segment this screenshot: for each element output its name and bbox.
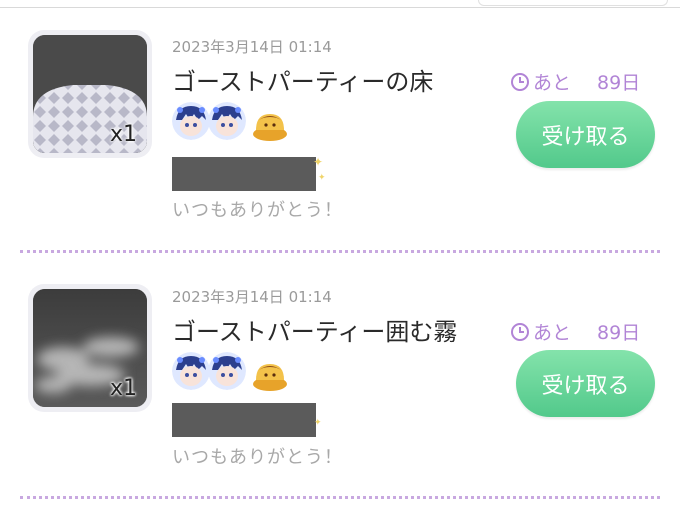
item-name: ゴーストパーティー囲む霧 — [172, 318, 458, 346]
item-divider — [20, 496, 660, 499]
sender-avatar[interactable] — [208, 102, 246, 140]
gift-item: x1 2023年3月14日 01:14 ゴーストパーティーの床 あと 89日 受け… — [0, 0, 680, 246]
expire-prefix: あと — [533, 322, 572, 344]
clock-icon — [510, 72, 530, 97]
gift-date: 2023年3月14日 01:14 — [172, 288, 332, 306]
item-quantity: x1 — [109, 376, 137, 401]
item-thumbnail[interactable]: x1 — [28, 30, 152, 158]
expire-days: 89日 — [597, 72, 641, 94]
sparkle-icon: ✦ — [318, 173, 326, 183]
item-thumbnail[interactable]: x1 — [28, 284, 152, 412]
expire-days: 89日 — [597, 322, 641, 344]
floor-item-image: x1 — [33, 35, 147, 153]
pudding-badge-icon — [251, 108, 289, 142]
gift-message: いつもありがとう！ — [172, 200, 343, 221]
pudding-badge-icon — [251, 358, 289, 392]
expire-prefix: あと — [533, 72, 572, 94]
sender-avatar[interactable] — [208, 352, 246, 390]
sender-avatar[interactable] — [172, 102, 210, 140]
sparkle-icon: ✦ — [314, 418, 322, 428]
gift-item: x1 2023年3月14日 01:14 ゴーストパーティー囲む霧 あと 89日 受… — [0, 250, 680, 496]
fog-item-image: x1 — [33, 289, 147, 407]
gift-message: いつもありがとう！ — [172, 447, 343, 468]
item-quantity: x1 — [109, 122, 137, 147]
sender-avatar[interactable] — [172, 352, 210, 390]
item-name: ゴーストパーティーの床 — [172, 68, 434, 96]
receive-button[interactable]: 受け取る — [516, 350, 655, 417]
expire-info: あと 89日 — [510, 318, 640, 347]
sender-name-redacted — [172, 157, 316, 191]
clock-icon — [510, 322, 530, 347]
receive-button[interactable]: 受け取る — [516, 101, 655, 168]
sender-name-redacted — [172, 403, 316, 437]
expire-info: あと 89日 — [510, 68, 640, 97]
sparkle-icon: ✦ — [313, 155, 324, 169]
gift-date: 2023年3月14日 01:14 — [172, 38, 332, 56]
